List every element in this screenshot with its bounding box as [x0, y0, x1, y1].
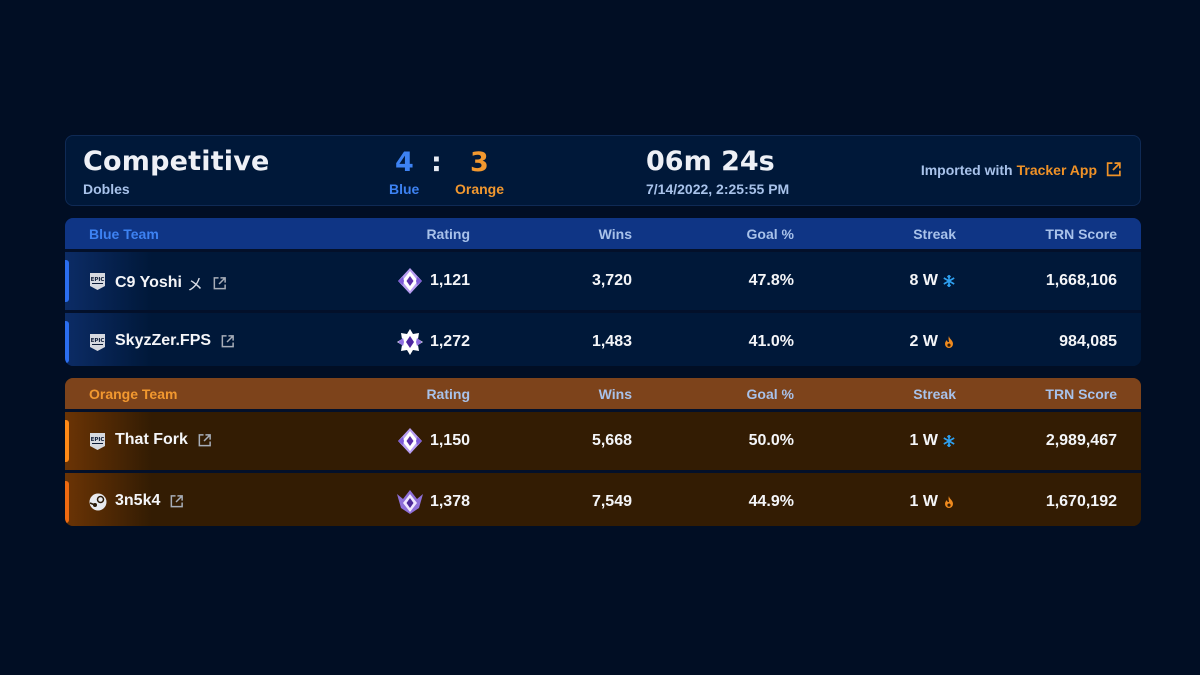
team-accent-bar: [65, 420, 69, 462]
column-header-wins: Wins: [598, 386, 632, 402]
wins-value: 3,720: [591, 272, 632, 289]
external-link-icon[interactable]: [197, 433, 212, 448]
team-accent-bar: [65, 481, 69, 523]
rating-value: 1,378: [429, 493, 470, 510]
goal-pct-value: 41.0%: [748, 333, 794, 350]
imported-prefix: Imported with: [920, 161, 1013, 178]
column-header-wins: Wins: [598, 226, 632, 242]
imported-with: Imported with Tracker App: [921, 161, 1122, 178]
column-header-streak: Streak: [913, 386, 956, 402]
rating-value: 1,150: [429, 432, 470, 449]
column-header-rating: Rating: [426, 386, 470, 402]
snowflake-icon: [942, 434, 956, 448]
player-row[interactable]: That Fork 1,150 5,668 50.0% 1 W 2,989,46…: [65, 412, 1141, 470]
goal-pct-value: 50.0%: [748, 432, 794, 449]
champion-rank-icon: [396, 267, 424, 295]
external-link-icon[interactable]: [169, 494, 184, 509]
steam-icon: [89, 493, 107, 511]
epic-games-icon: [89, 432, 106, 451]
streak-text: 1 W: [909, 493, 938, 510]
trn-score-value: 1,670,192: [1045, 493, 1117, 510]
rating-value: 1,121: [429, 272, 470, 289]
team-accent-bar: [65, 321, 69, 363]
streak-value: 1 W: [910, 493, 956, 511]
epic-games-icon: [89, 272, 106, 291]
trn-score-value: 984,085: [1059, 333, 1117, 350]
goal-pct-value: 44.9%: [748, 493, 794, 510]
champion-rank-icon: [396, 328, 424, 356]
snowflake-icon: [942, 274, 956, 288]
column-header-rating: Rating: [426, 226, 470, 242]
team-name: Orange Team: [89, 386, 178, 402]
player-name[interactable]: C9 Yoshi: [115, 274, 182, 292]
player-name-suffix: メ: [186, 277, 203, 294]
trn-score-value: 1,668,106: [1045, 272, 1117, 289]
player-row[interactable]: SkyzZer.FPS 1,272 1,483 41.0% 2 W 984,08…: [65, 313, 1141, 366]
orange-score-label: Orange: [455, 181, 505, 197]
wins-value: 7,549: [591, 493, 632, 510]
match-datetime: 7/14/2022, 2:25:55 PM: [646, 181, 790, 197]
tracker-app-link[interactable]: Tracker App: [1017, 162, 1097, 178]
orange-team-header: Orange Team Rating Wins Goal % Streak TR…: [65, 378, 1141, 409]
blue-score: 4: [395, 147, 414, 178]
player-name[interactable]: SkyzZer.FPS: [115, 332, 211, 350]
column-header-trn-score: TRN Score: [1045, 226, 1117, 242]
mode-subtitle: Dobles: [83, 181, 130, 197]
streak-value: 8 W: [910, 272, 956, 290]
player-name[interactable]: 3n5k4: [115, 492, 160, 510]
goal-pct-value: 47.8%: [748, 272, 794, 289]
flame-icon: [942, 335, 956, 349]
streak-value: 2 W: [910, 333, 956, 351]
epic-games-icon: [89, 333, 106, 352]
streak-text: 8 W: [909, 272, 938, 289]
orange-score: 3: [470, 147, 489, 178]
streak-value: 1 W: [910, 432, 956, 450]
score-separator: :: [431, 147, 442, 178]
champion-rank-icon: [396, 427, 424, 455]
team-accent-bar: [65, 260, 69, 302]
column-header-trn-score: TRN Score: [1045, 386, 1117, 402]
wins-value: 1,483: [591, 333, 632, 350]
column-header-streak: Streak: [913, 226, 956, 242]
external-link-icon[interactable]: [1105, 161, 1122, 178]
player-row[interactable]: 3n5k4 1,378 7,549 44.9% 1 W 1,670,192: [65, 473, 1141, 526]
blue-team-header: Blue Team Rating Wins Goal % Streak TRN …: [65, 218, 1141, 249]
player-name[interactable]: That Fork: [115, 431, 188, 449]
match-duration: 06m 24s: [646, 146, 775, 177]
blue-team-table: Blue Team Rating Wins Goal % Streak TRN …: [65, 218, 1141, 366]
streak-text: 1 W: [909, 432, 938, 449]
streak-text: 2 W: [909, 333, 938, 350]
mode-title: Competitive: [83, 146, 270, 177]
column-header-goal-pct: Goal %: [746, 386, 794, 402]
grand-champion-rank-icon: [396, 488, 424, 516]
rating-value: 1,272: [429, 333, 470, 350]
match-header: Competitive Dobles 4 : 3 Blue Orange 06m…: [65, 135, 1141, 206]
blue-score-label: Blue: [389, 181, 420, 197]
flame-icon: [942, 495, 956, 509]
player-row[interactable]: C9 Yoshi メ 1,121 3,720 47.8% 8 W 1,668,1…: [65, 252, 1141, 310]
wins-value: 5,668: [591, 432, 632, 449]
external-link-icon[interactable]: [220, 334, 235, 349]
team-name: Blue Team: [89, 226, 159, 242]
external-link-icon[interactable]: [212, 276, 227, 291]
orange-team-table: Orange Team Rating Wins Goal % Streak TR…: [65, 378, 1141, 526]
column-header-goal-pct: Goal %: [746, 226, 794, 242]
trn-score-value: 2,989,467: [1045, 432, 1117, 449]
